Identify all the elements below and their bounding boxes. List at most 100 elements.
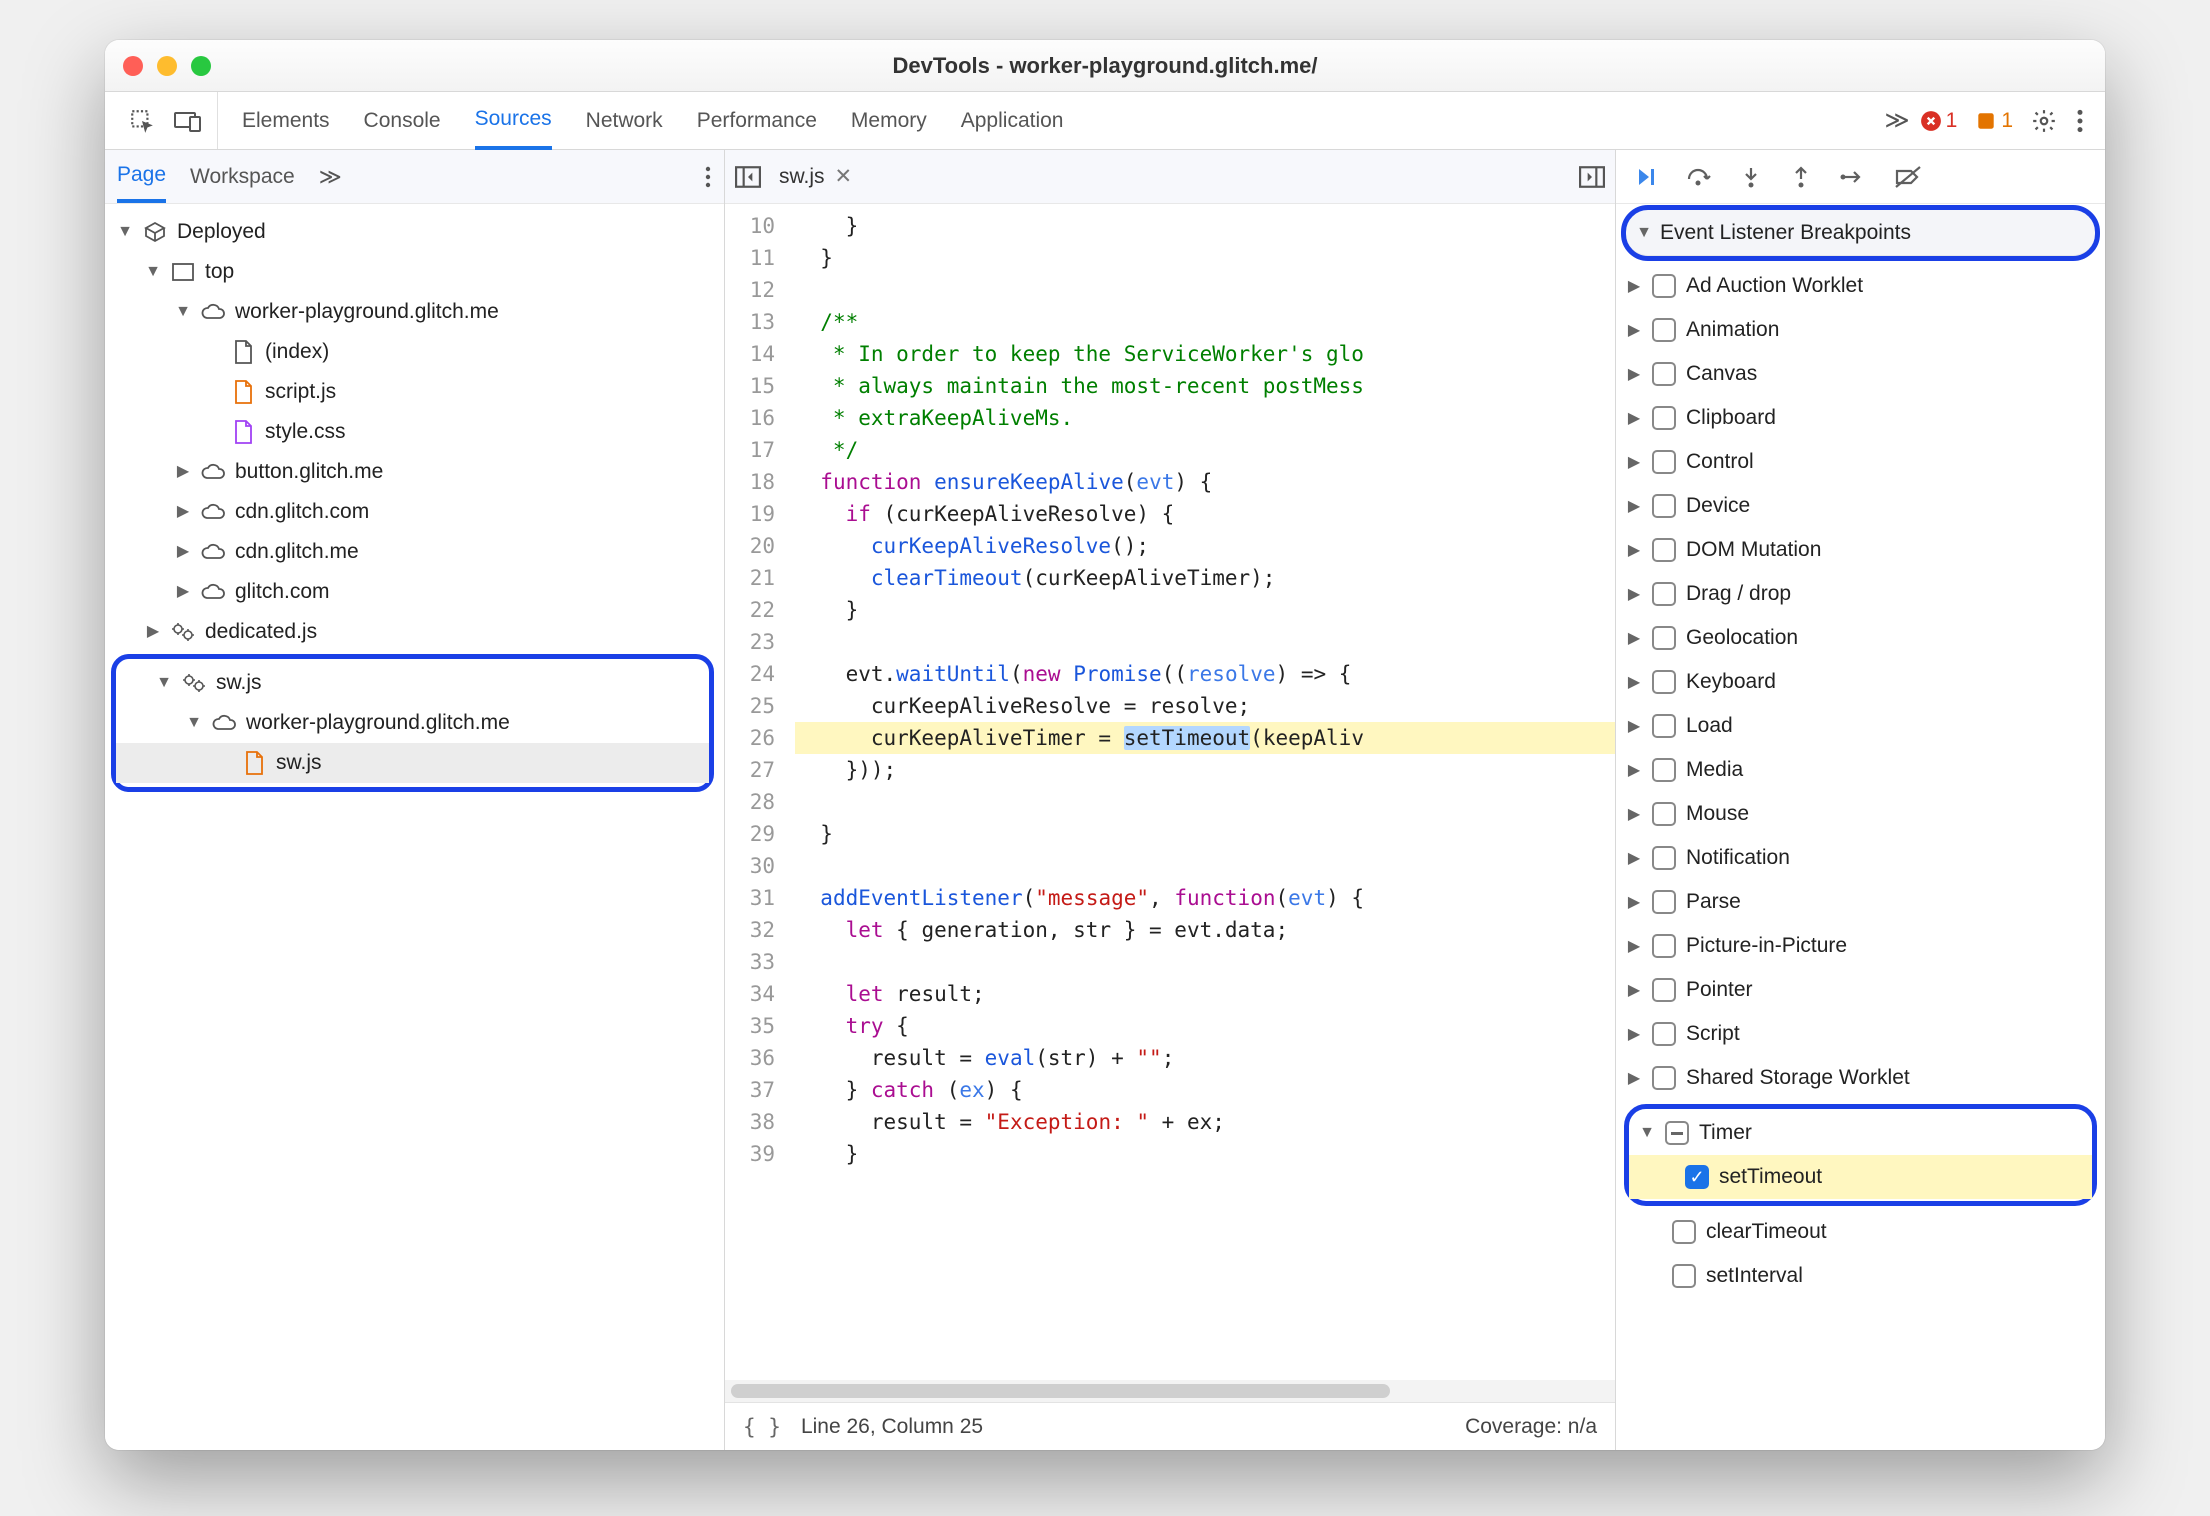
checkbox[interactable] xyxy=(1652,318,1676,342)
tree-item[interactable]: (index) xyxy=(105,332,724,372)
toggle-debugger-icon[interactable] xyxy=(1579,166,1605,188)
file-icon xyxy=(229,419,257,445)
breakpoint-category[interactable]: ▶ Parse xyxy=(1616,880,2105,924)
breakpoint-category[interactable]: ▶ Animation xyxy=(1616,308,2105,352)
tab-elements[interactable]: Elements xyxy=(242,92,330,149)
breakpoint-category[interactable]: ▶ Media xyxy=(1616,748,2105,792)
checkbox[interactable] xyxy=(1665,1121,1689,1145)
device-toolbar-icon[interactable] xyxy=(173,109,203,133)
event-listener-breakpoints-header[interactable]: ▼ Event Listener Breakpoints xyxy=(1626,210,2095,256)
breakpoint-category[interactable]: ▶ Load xyxy=(1616,704,2105,748)
checkbox[interactable] xyxy=(1652,978,1676,1002)
breakpoint-category[interactable]: ▶ Drag / drop xyxy=(1616,572,2105,616)
checkbox[interactable] xyxy=(1672,1220,1696,1244)
tree-item[interactable]: ▼ worker-playground.glitch.me xyxy=(116,703,709,743)
tree-item[interactable]: ▶ button.glitch.me xyxy=(105,452,724,492)
pretty-print-icon[interactable]: { } xyxy=(743,1415,781,1439)
tab-application[interactable]: Application xyxy=(961,92,1064,149)
resume-icon[interactable] xyxy=(1634,165,1658,189)
tree-item[interactable]: ▼ top xyxy=(105,252,724,292)
breakpoint-category-timer[interactable]: ▼ Timer xyxy=(1629,1111,2092,1155)
navigator-menu-icon[interactable] xyxy=(704,165,712,189)
tree-item[interactable]: ▶ dedicated.js xyxy=(105,612,724,652)
breakpoint-category[interactable]: ▶ Script xyxy=(1616,1012,2105,1056)
breakpoint-category[interactable]: ▶ Canvas xyxy=(1616,352,2105,396)
checkbox[interactable] xyxy=(1652,450,1676,474)
tree-item[interactable]: ▼ Deployed xyxy=(105,212,724,252)
checkbox[interactable] xyxy=(1652,626,1676,650)
breakpoint-category[interactable]: ▶ Control xyxy=(1616,440,2105,484)
breakpoint-category[interactable]: ▶ Picture-in-Picture xyxy=(1616,924,2105,968)
disclosure-triangle-icon: ▶ xyxy=(1626,1024,1642,1044)
checkbox[interactable] xyxy=(1652,538,1676,562)
checkbox[interactable] xyxy=(1652,846,1676,870)
checkbox[interactable] xyxy=(1652,758,1676,782)
checkbox[interactable] xyxy=(1652,362,1676,386)
inspect-element-icon[interactable] xyxy=(129,108,155,134)
step-over-icon[interactable] xyxy=(1686,165,1712,189)
close-tab-icon[interactable]: ✕ xyxy=(835,164,853,189)
tab-memory[interactable]: Memory xyxy=(851,92,927,149)
toggle-navigator-icon[interactable] xyxy=(735,166,761,188)
more-tabs-button[interactable]: ≫ xyxy=(1885,92,1910,149)
checkbox[interactable] xyxy=(1652,1022,1676,1046)
horizontal-scrollbar[interactable] xyxy=(725,1380,1615,1402)
checkbox[interactable] xyxy=(1652,802,1676,826)
file-tab-swjs[interactable]: sw.js ✕ xyxy=(771,164,860,189)
more-subtabs-button[interactable]: ≫ xyxy=(319,164,342,190)
breakpoint-category[interactable]: ▶ Ad Auction Worklet xyxy=(1616,264,2105,308)
breakpoint-category[interactable]: ▶ DOM Mutation xyxy=(1616,528,2105,572)
breakpoint-category[interactable]: ▶ Pointer xyxy=(1616,968,2105,1012)
breakpoint-category[interactable]: ▶ Geolocation xyxy=(1616,616,2105,660)
code-editor[interactable]: 1011121314151617181920212223242526272829… xyxy=(725,204,1615,1380)
breakpoint-item[interactable]: clearTimeout xyxy=(1616,1210,2105,1254)
cloud-icon xyxy=(199,579,227,605)
step-icon[interactable] xyxy=(1840,165,1866,189)
tree-item[interactable]: ▶ cdn.glitch.com xyxy=(105,492,724,532)
breakpoint-category[interactable]: ▶ Mouse xyxy=(1616,792,2105,836)
tree-item-label: worker-playground.glitch.me xyxy=(246,705,510,741)
navigator-tab-workspace[interactable]: Workspace xyxy=(190,150,295,203)
checkbox[interactable] xyxy=(1652,934,1676,958)
breakpoint-category[interactable]: ▶ Keyboard xyxy=(1616,660,2105,704)
tab-network[interactable]: Network xyxy=(586,92,663,149)
kebab-menu-icon[interactable] xyxy=(2075,108,2085,134)
breakpoint-category[interactable]: ▶ Shared Storage Worklet xyxy=(1616,1056,2105,1100)
breakpoint-item[interactable]: setInterval xyxy=(1616,1254,2105,1298)
warning-badge[interactable]: 1 xyxy=(1975,109,2013,133)
checkbox[interactable] xyxy=(1652,1066,1676,1090)
checkbox[interactable] xyxy=(1652,670,1676,694)
tab-console[interactable]: Console xyxy=(364,92,441,149)
checkbox[interactable] xyxy=(1672,1264,1696,1288)
tree-item[interactable]: sw.js xyxy=(116,743,709,783)
checkbox[interactable] xyxy=(1652,714,1676,738)
tab-sources[interactable]: Sources xyxy=(475,93,552,150)
checkbox[interactable] xyxy=(1652,406,1676,430)
tree-item[interactable]: ▼ sw.js xyxy=(116,663,709,703)
checkbox[interactable] xyxy=(1685,1165,1709,1189)
breakpoint-category[interactable]: ▶ Device xyxy=(1616,484,2105,528)
checkbox[interactable] xyxy=(1652,890,1676,914)
breakpoint-item-settimeout[interactable]: setTimeout xyxy=(1629,1155,2092,1199)
step-into-icon[interactable] xyxy=(1740,165,1762,189)
tree-item[interactable]: script.js xyxy=(105,372,724,412)
deactivate-breakpoints-icon[interactable] xyxy=(1894,165,1922,189)
devtools-window: DevTools - worker-playground.glitch.me/ … xyxy=(105,40,2105,1450)
breakpoint-category[interactable]: ▶ Clipboard xyxy=(1616,396,2105,440)
step-out-icon[interactable] xyxy=(1790,165,1812,189)
tree-item[interactable]: ▶ cdn.glitch.me xyxy=(105,532,724,572)
disclosure-triangle-icon: ▼ xyxy=(175,294,191,330)
checkbox[interactable] xyxy=(1652,494,1676,518)
tree-item[interactable]: style.css xyxy=(105,412,724,452)
breakpoint-category[interactable]: ▶ Notification xyxy=(1616,836,2105,880)
tree-item[interactable]: ▶ glitch.com xyxy=(105,572,724,612)
checkbox[interactable] xyxy=(1652,582,1676,606)
navigator-tab-page[interactable]: Page xyxy=(117,150,166,203)
tree-item-label: button.glitch.me xyxy=(235,454,383,490)
tree-item[interactable]: ▼ worker-playground.glitch.me xyxy=(105,292,724,332)
tab-performance[interactable]: Performance xyxy=(697,92,817,149)
settings-icon[interactable] xyxy=(2031,108,2057,134)
coverage-status: Coverage: n/a xyxy=(1465,1415,1597,1439)
checkbox[interactable] xyxy=(1652,274,1676,298)
error-badge[interactable]: 1 xyxy=(1920,109,1958,133)
